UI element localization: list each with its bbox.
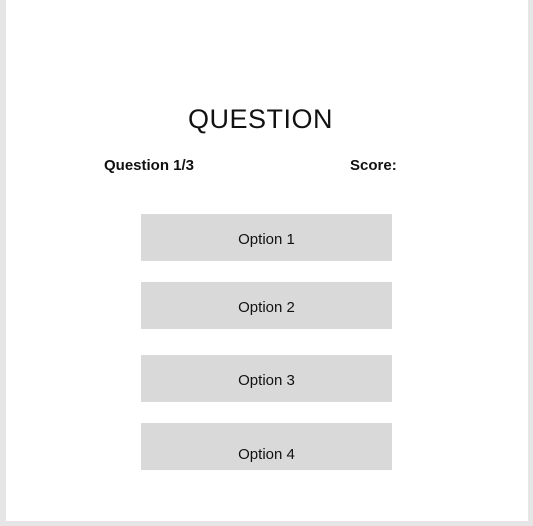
option-2-label: Option 2 (238, 299, 295, 316)
option-1-label: Option 1 (238, 231, 295, 248)
option-3-label: Option 3 (238, 372, 295, 389)
question-title: QUESTION (187, 104, 333, 134)
question-counter: Question 1/3 (104, 157, 195, 174)
option-1-button[interactable]: Option 1 (141, 214, 392, 261)
option-4-label: Option 4 (238, 446, 295, 463)
score-label: Score: (350, 157, 397, 174)
option-3-button[interactable]: Option 3 (141, 355, 392, 402)
option-2-button[interactable]: Option 2 (141, 282, 392, 329)
option-4-button[interactable]: Option 4 (141, 423, 392, 470)
